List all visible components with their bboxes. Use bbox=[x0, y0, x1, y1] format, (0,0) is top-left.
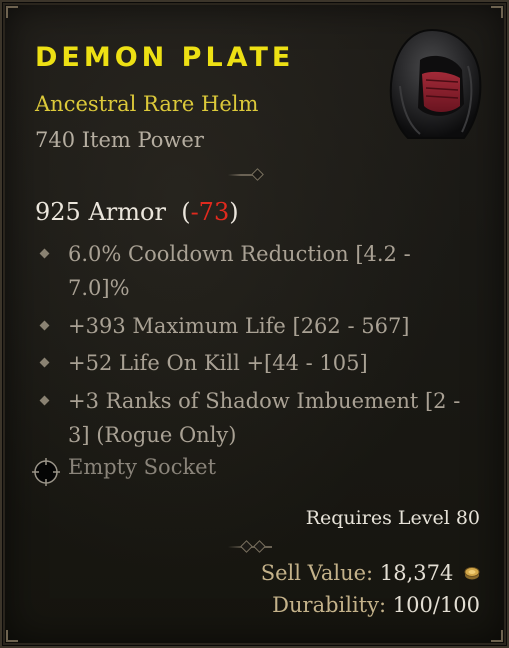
affix-maximum-life: +393 Maximum Life [262 - 567] bbox=[68, 314, 410, 338]
item-type: Ancestral Rare Helm bbox=[35, 92, 259, 116]
socket-icon bbox=[32, 458, 60, 486]
affix-bullet-icon bbox=[39, 320, 50, 331]
item-name: Demon Plate bbox=[35, 42, 295, 73]
frame-corner bbox=[491, 6, 503, 18]
affix-bullet-icon bbox=[39, 395, 50, 406]
frame-corner bbox=[6, 630, 18, 642]
durability-label: Durability: bbox=[272, 593, 387, 617]
gold-coin-icon bbox=[464, 567, 480, 580]
armor-delta: -73 bbox=[190, 198, 230, 226]
armor-stat: 925 Armor (-73) bbox=[35, 198, 239, 226]
divider-ornament bbox=[240, 540, 253, 553]
section-divider bbox=[228, 168, 264, 181]
divider-ornament bbox=[251, 168, 264, 181]
frame-corner bbox=[491, 630, 503, 642]
sell-value-amount: 18,374 bbox=[379, 561, 454, 585]
divider-ornament bbox=[253, 540, 266, 553]
sell-value: Sell Value: 18,374 bbox=[261, 561, 480, 585]
affix-cooldown-reduction: 6.0% Cooldown Reduction [4.2 - 7.0]% bbox=[68, 242, 411, 300]
helm-icon bbox=[389, 28, 482, 139]
affix-bullet-icon bbox=[39, 248, 50, 259]
armor-paren-close: ) bbox=[229, 198, 239, 226]
durability: Durability: 100/100 bbox=[272, 593, 480, 617]
section-divider bbox=[228, 540, 272, 553]
item-tooltip: Demon Plate Ancestral Rare Helm 740 Item… bbox=[0, 0, 509, 648]
armor-paren-open: ( bbox=[181, 198, 191, 226]
armor-value: 925 Armor bbox=[35, 198, 166, 226]
affix-shadow-imbuement: +3 Ranks of Shadow Imbuement [2 - 3] (Ro… bbox=[68, 389, 461, 447]
level-requirement: Requires Level 80 bbox=[305, 507, 480, 529]
affix-bullet-icon bbox=[39, 357, 50, 368]
affix-life-on-kill: +52 Life On Kill +[44 - 105] bbox=[68, 351, 368, 375]
frame-corner bbox=[6, 6, 18, 18]
item-power: 740 Item Power bbox=[35, 128, 204, 152]
sell-value-label: Sell Value: bbox=[260, 561, 374, 585]
durability-value: 100/100 bbox=[392, 593, 480, 617]
empty-socket-label: Empty Socket bbox=[68, 455, 217, 479]
